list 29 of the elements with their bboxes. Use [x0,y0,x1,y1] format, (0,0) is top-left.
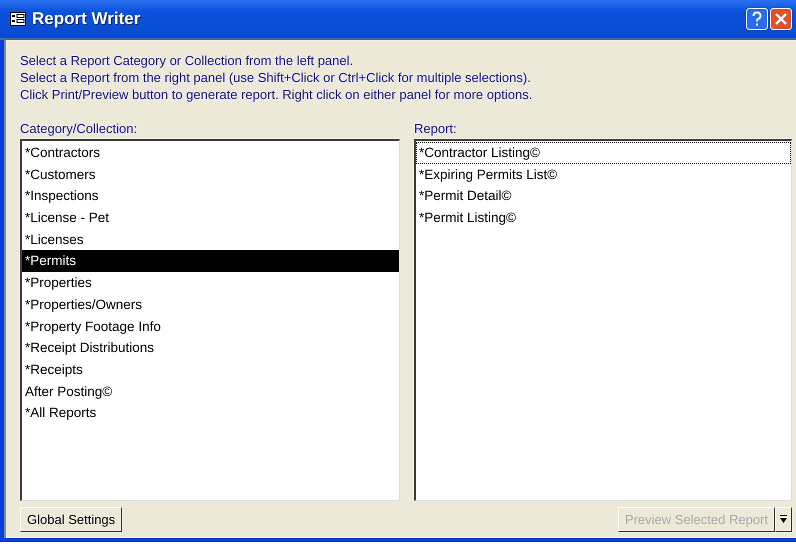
instruction-text: Click Print/Preview button to generate report. Right click on either panel for more options. [20,86,534,103]
dropdown-button[interactable] [775,507,792,532]
panel-label: Report: [414,121,458,136]
window-title: Report Writer [32,9,142,29]
list-item[interactable]: *Receipt Distributions [22,337,399,359]
list-item[interactable]: *Permit Listing© [416,207,791,229]
list-item[interactable]: After Posting© [22,380,399,402]
list-item[interactable]: *Customers [22,164,399,186]
list-item[interactable]: *Expiring Permits List© [416,164,791,186]
list-item[interactable]: *Permit Detail© [416,185,791,208]
list-item[interactable]: *Properties [22,272,399,294]
list-item[interactable]: *Inspections [22,185,399,208]
list-item[interactable]: *Contractor Listing© [416,142,791,164]
list-item[interactable]: *Contractors [22,142,399,164]
list-item[interactable]: *Properties/Owners [22,294,399,316]
help-icon[interactable] [746,8,768,30]
close-icon[interactable] [770,8,792,30]
global-settings-button[interactable]: Global Settings [20,507,122,532]
instruction-text: Select a Report from the right panel (use Shift+Click or Ctrl+Click for multiple selections). [20,69,532,86]
list-item[interactable]: *Receipts [22,358,399,381]
instruction-text: Select a Report Category or Collection from the left panel. [20,52,354,69]
panel-label: Category/Collection: [20,121,138,136]
caret-icon [780,515,787,524]
form-icon [10,12,26,26]
list-item[interactable]: *Permits [22,250,399,272]
list-item[interactable]: *Property Footage Info [22,316,399,338]
list-item[interactable]: *All Reports [22,402,399,424]
list-item[interactable]: *License - Pet [22,207,399,229]
list-item[interactable]: *Licenses [22,228,399,250]
